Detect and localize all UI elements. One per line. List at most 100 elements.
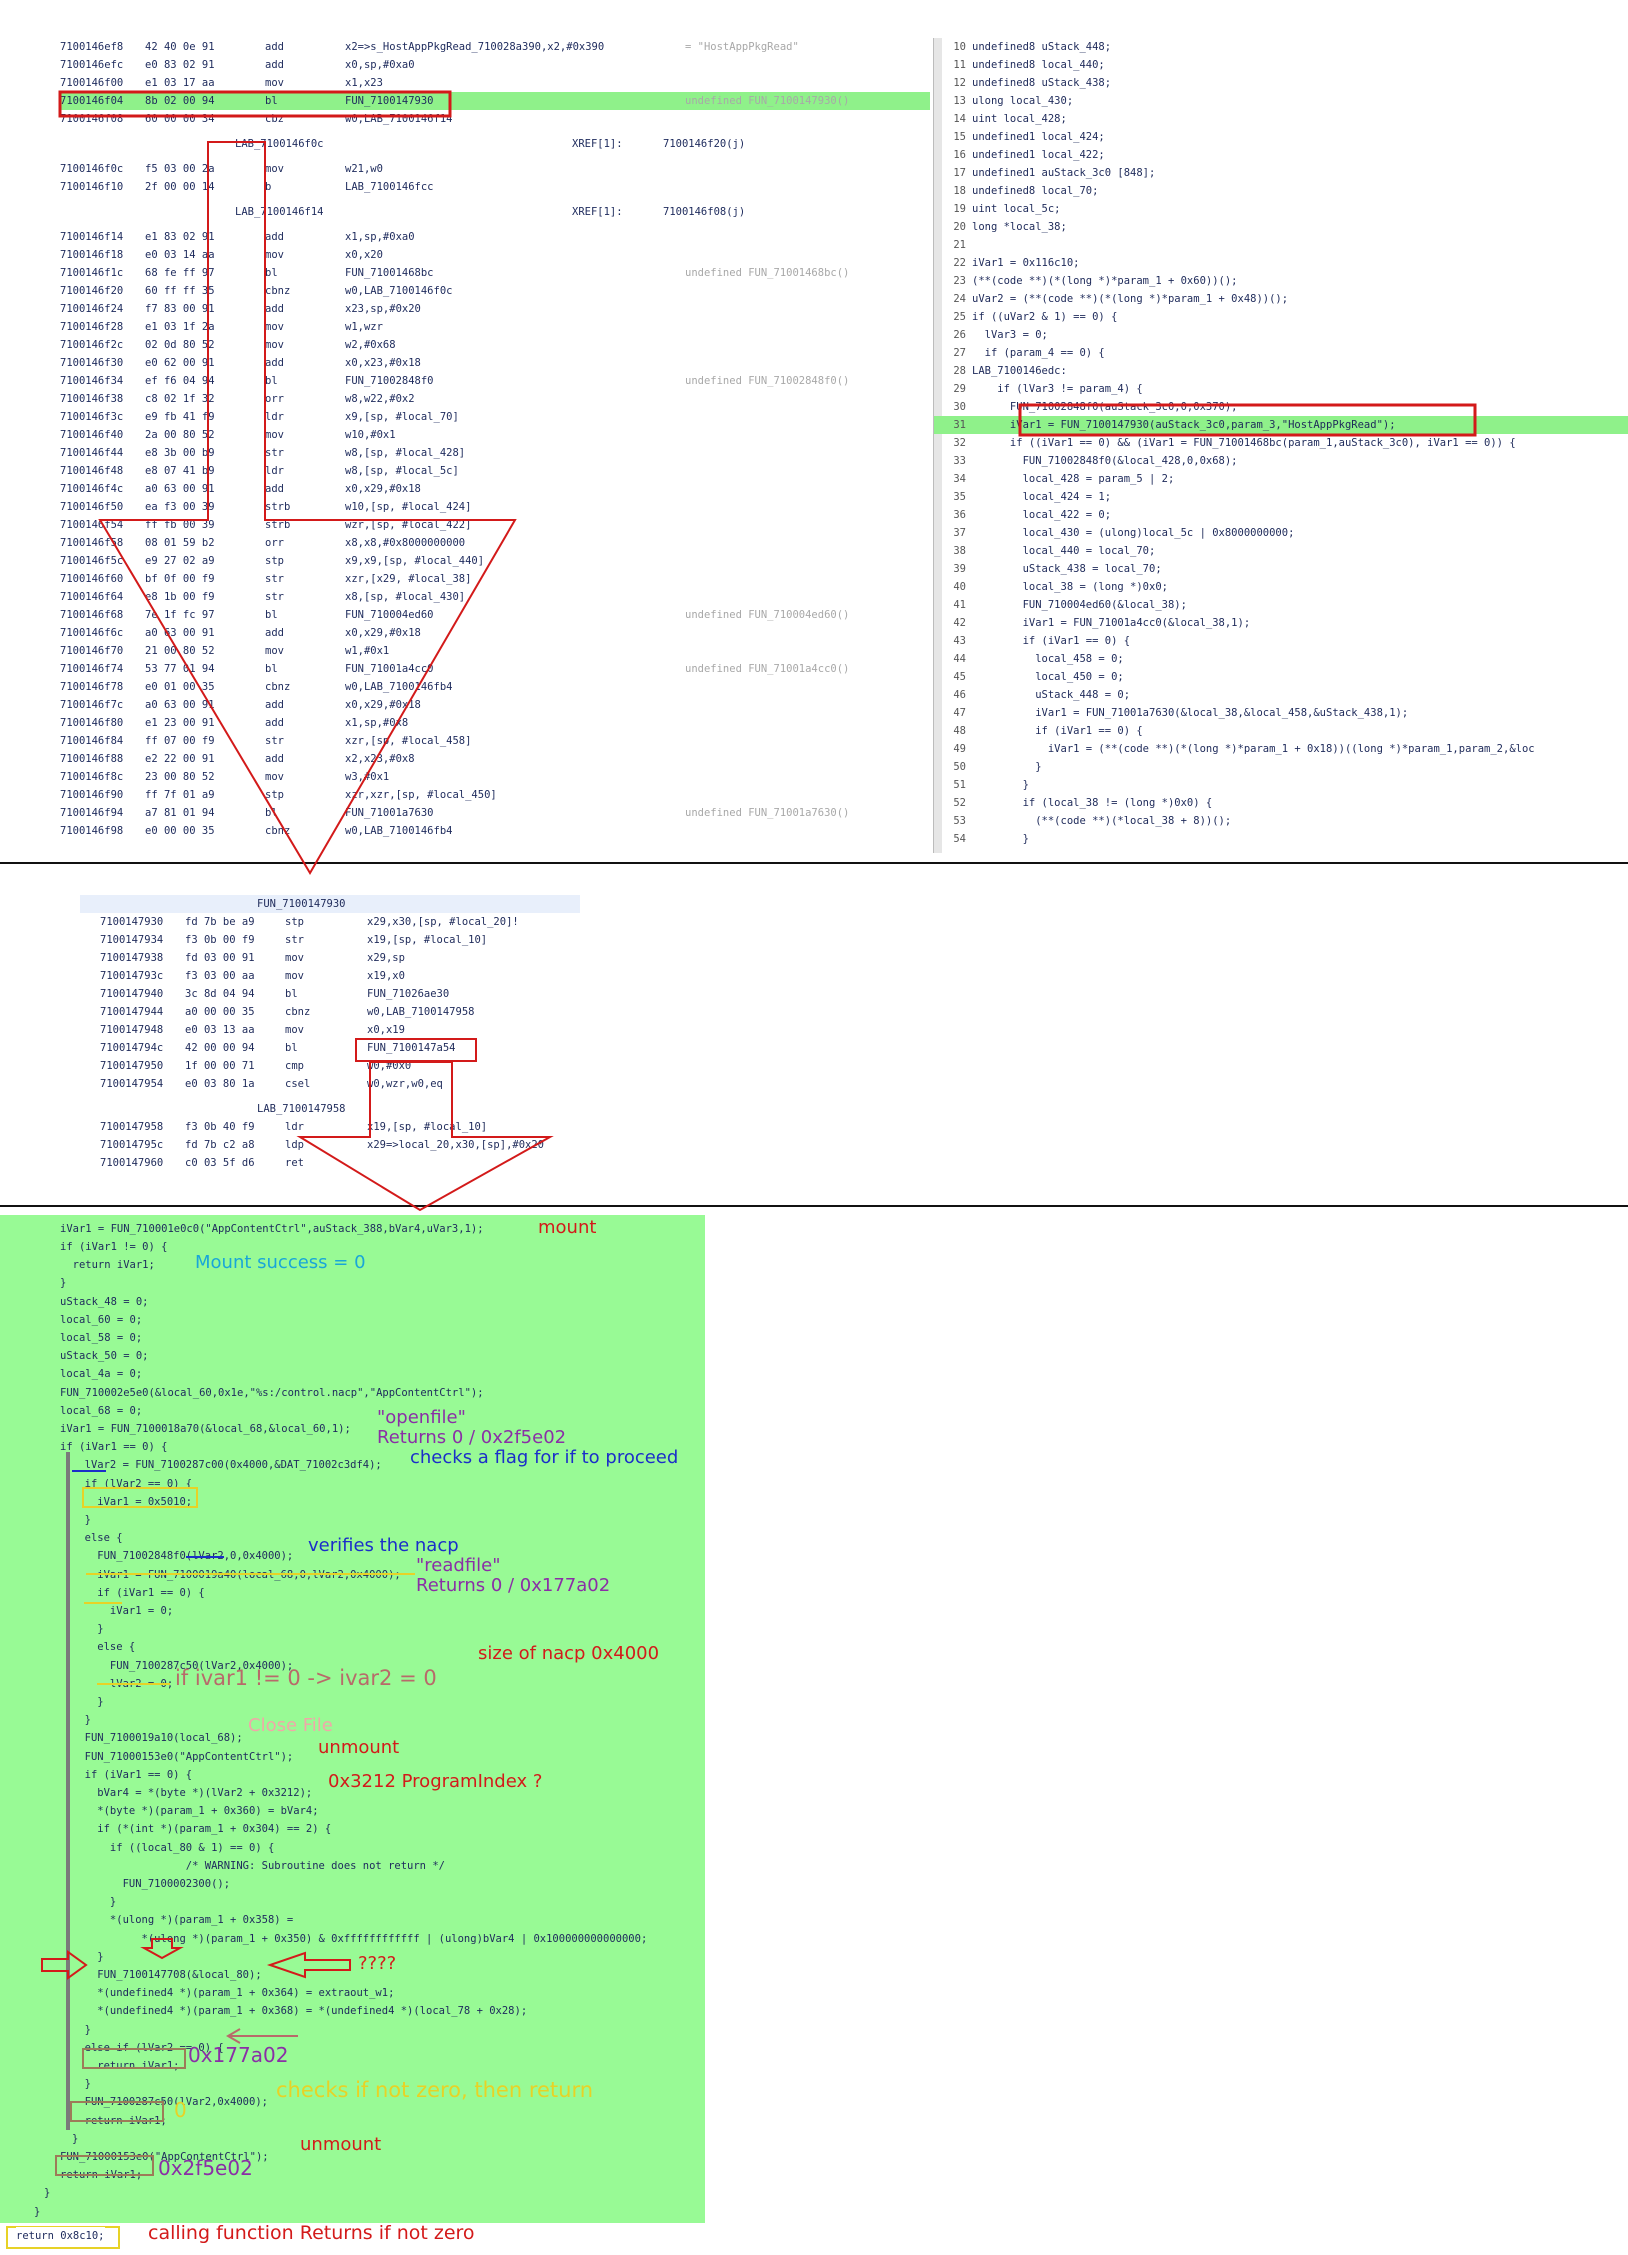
decompile-line[interactable]: 35 local_424 = 1; [944,488,1111,506]
listing-operands[interactable]: x0,x29,#0x18 [345,696,421,714]
listing-operands[interactable]: x19,x0 [367,967,405,985]
green-code-line[interactable]: *(byte *)(param_1 + 0x360) = bVar4; [72,1802,318,1820]
decompile-line[interactable]: 48 if (iVar1 == 0) { [944,722,1142,740]
green-code-line[interactable]: iVar1 = FUN_7100018a70(&local_68,&local_… [60,1420,351,1438]
green-code-line[interactable]: } [72,2075,91,2093]
decompile-line[interactable]: 53 (**(code **)(*local_38 + 8))(); [944,812,1231,830]
listing-operands[interactable]: LAB_7100146fcc [345,178,434,196]
decompile-line[interactable]: 32 if ((iVar1 == 0) && (iVar1 = FUN_7100… [944,434,1515,452]
green-code-line[interactable]: *(undefined4 *)(param_1 + 0x368) = *(und… [72,2002,527,2020]
decompile-line[interactable]: 26 lVar3 = 0; [944,326,1048,344]
decompile-line[interactable]: 31 iVar1 = FUN_7100147930(auStack_3c0,pa… [944,416,1395,434]
green-code-line[interactable]: uStack_50 = 0; [60,1347,149,1365]
listing-operands[interactable]: w1,wzr [345,318,383,336]
green-code-line[interactable]: FUN_71002848f0(lVar2,0,0x4000); [72,1547,293,1565]
final-return-line[interactable]: return 0x8c10; [16,2227,105,2245]
listing-operands[interactable]: w1,#0x1 [345,642,389,660]
decompile-line[interactable]: 54 } [944,830,1029,848]
decompile-line[interactable]: 27 if (param_4 == 0) { [944,344,1104,362]
listing-operands[interactable]: FUN_71026ae30 [367,985,449,1003]
listing-operands[interactable]: x29,x30,[sp, #local_20]! [367,913,519,931]
function-name[interactable]: FUN_7100147930 [257,895,346,913]
annotated-decompile-panel[interactable]: iVar1 = FUN_710001e0c0("AppContentCtrl",… [0,1215,705,2223]
green-code-line[interactable]: local_68 = 0; [60,1402,142,1420]
listing-operands[interactable]: w3,#0x1 [345,768,389,786]
decompile-line[interactable]: 11 undefined8 local_440; [944,56,1104,74]
decompile-line[interactable]: 18 undefined8 local_70; [944,182,1098,200]
green-code-line[interactable]: FUN_710002e5e0(&local_60,0x1e,"%s:/contr… [60,1384,484,1402]
listing-operands[interactable]: w10,[sp, #local_424] [345,498,471,516]
decompile-line[interactable]: 21 [944,236,972,254]
green-code-line[interactable]: if (iVar1 != 0) { [60,1238,167,1256]
decompiler-panel[interactable]: 10 undefined8 uStack_448; 11 undefined8 loc… [933,38,1628,853]
green-code-line[interactable]: if (iVar1 == 0) { [72,1766,192,1784]
green-code-line[interactable]: *(undefined4 *)(param_1 + 0x364) = extra… [72,1984,394,2002]
listing-operands[interactable]: x2=>s_HostAppPkgRead_710028a390,x2,#0x39… [345,38,604,56]
label-name[interactable]: LAB_7100146f14 [235,203,324,221]
listing-operands[interactable]: x9,[sp, #local_70] [345,408,459,426]
decompiler-scrollbar[interactable] [934,38,942,853]
decompile-line[interactable]: 47 iVar1 = FUN_71001a7630(&local_38,&loc… [944,704,1408,722]
green-code-line[interactable]: local_60 = 0; [60,1311,142,1329]
green-code-line[interactable]: else { [72,1638,135,1656]
listing-operands[interactable]: w0,wzr,w0,eq [367,1075,443,1093]
decompile-line[interactable]: 49 iVar1 = (**(code **)(*(long *)*param_… [944,740,1534,758]
listing-operands[interactable]: FUN_710004ed60 [345,606,434,624]
green-code-line[interactable]: } [34,2203,40,2221]
green-code-line[interactable]: } [72,1693,103,1711]
listing-operands[interactable]: w10,#0x1 [345,426,396,444]
function-header[interactable]: FUN_7100147930 [80,895,580,913]
listing-operands[interactable]: x0,x29,#0x18 [345,624,421,642]
decompile-line[interactable]: 13 ulong local_430; [944,92,1073,110]
green-code-line[interactable]: lVar2 = FUN_7100287c00(0x4000,&DAT_71002… [72,1456,382,1474]
green-code-line[interactable]: if (iVar1 == 0) { [60,1438,167,1456]
decompile-line[interactable]: 19 uint local_5c; [944,200,1060,218]
listing-operands[interactable]: w2,#0x68 [345,336,396,354]
listing-operands[interactable]: x29,sp [367,949,405,967]
green-code-line[interactable]: iVar1 = FUN_710001e0c0("AppContentCtrl",… [60,1220,484,1238]
green-code-line[interactable]: iVar1 = 0; [72,1602,173,1620]
green-code-line[interactable]: FUN_7100019a10(local_68); [72,1729,243,1747]
green-code-line[interactable]: return iVar1; [60,1256,155,1274]
listing-operands[interactable]: FUN_71001a4cc0 [345,660,434,678]
green-code-line[interactable]: FUN_7100147708(&local_80); [72,1966,261,1984]
listing-operands[interactable]: x29=>local_20,x30,[sp],#0x20 [367,1136,544,1154]
listing-operands[interactable]: w8,w22,#0x2 [345,390,415,408]
decompile-line[interactable]: 40 local_38 = (long *)0x0; [944,578,1168,596]
decompile-line[interactable]: 33 FUN_71002848f0(&local_428,0,0x68); [944,452,1237,470]
green-code-line[interactable]: } [72,1893,116,1911]
listing-operands[interactable]: w0,#0x0 [367,1057,411,1075]
decompile-line[interactable]: 22 iVar1 = 0x116c10; [944,254,1079,272]
decompile-line[interactable]: 24 uVar2 = (**(code **)(*(long *)*param_1… [944,290,1288,308]
green-code-line[interactable]: } [44,2184,50,2202]
listing-operands[interactable]: w0,LAB_7100147958 [367,1003,474,1021]
label-name[interactable]: LAB_7100147958 [257,1100,346,1118]
decompile-line[interactable]: 42 iVar1 = FUN_71001a4cc0(&local_38,1); [944,614,1250,632]
decompile-line[interactable]: 39 uStack_438 = local_70; [944,560,1161,578]
listing-operands[interactable]: FUN_71001a7630 [345,804,434,822]
decompile-line[interactable]: 17 undefined1 auStack_3c0 [848]; [944,164,1155,182]
listing-operands[interactable]: x1,x23 [345,74,383,92]
listing-operands[interactable]: x0,x20 [345,246,383,264]
xref-target[interactable]: 7100146f08(j) [663,203,745,221]
green-code-line[interactable]: /* WARNING: Subroutine does not return *… [72,1857,445,1875]
green-code-line[interactable]: if (*(int *)(param_1 + 0x304) == 2) { [72,1820,331,1838]
decompile-line[interactable]: 45 local_450 = 0; [944,668,1123,686]
decompile-line[interactable]: 50 } [944,758,1041,776]
decompile-line[interactable]: 36 local_422 = 0; [944,506,1111,524]
decompile-line[interactable]: 25 if ((uVar2 & 1) == 0) { [944,308,1117,326]
green-code-line[interactable]: } [72,1511,91,1529]
decompile-line[interactable]: 16 undefined1 local_422; [944,146,1104,164]
green-code-line[interactable]: } [72,2130,78,2148]
listing-operands[interactable]: w8,[sp, #local_5c] [345,462,459,480]
green-code-line[interactable]: *(ulong *)(param_1 + 0x350) & 0xffffffff… [72,1930,648,1948]
listing-operands[interactable]: xzr,xzr,[sp, #local_450] [345,786,497,804]
green-code-line[interactable]: else { [72,1529,123,1547]
listing-operands[interactable]: x0,x23,#0x18 [345,354,421,372]
listing-operands[interactable]: x0,x19 [367,1021,405,1039]
green-code-line[interactable]: iVar1 = FUN_7100019a40(local_68,0,lVar2,… [72,1566,400,1584]
listing-operands[interactable]: w8,[sp, #local_428] [345,444,465,462]
decompile-line[interactable]: 20 long *local_38; [944,218,1066,236]
green-code-line[interactable]: *(ulong *)(param_1 + 0x358) = [72,1911,293,1929]
green-code-line[interactable]: lVar2 = 0; [72,1675,173,1693]
